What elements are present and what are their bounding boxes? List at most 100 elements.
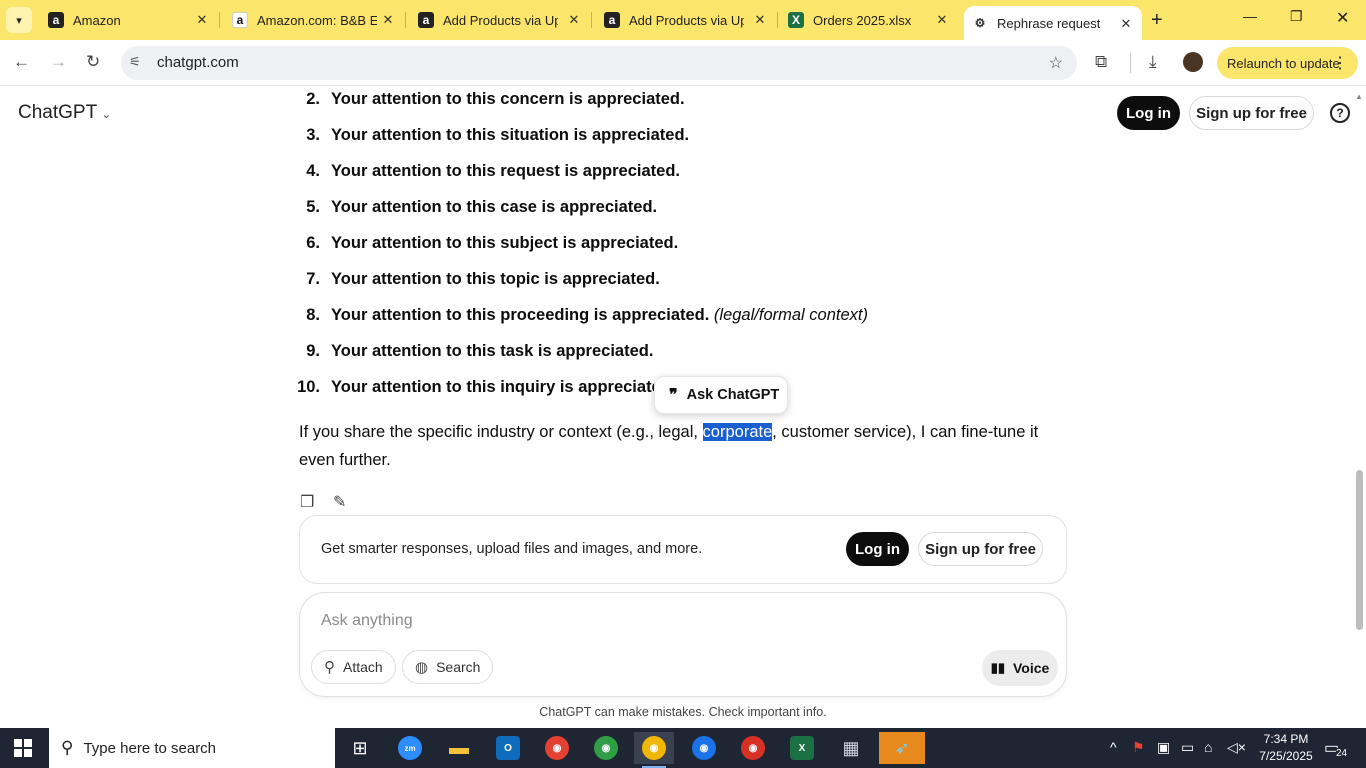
search-icon: ⚲: [61, 738, 74, 757]
chatgpt-page: ChatGPT ⌄ Log in Sign up for free ? 2. Yo…: [0, 86, 1366, 728]
tab-add-products-1[interactable]: a Add Products via Upl ✕: [410, 0, 590, 40]
list-text: Your attention to this proceeding is app…: [331, 306, 868, 325]
download-icon[interactable]: ⤓: [1149, 52, 1157, 72]
profile-avatar[interactable]: [1183, 52, 1203, 72]
copy-icon[interactable]: ❐: [300, 492, 314, 512]
list-text: Your attention to this case is appreciat…: [331, 198, 658, 216]
task-view-icon[interactable]: ⊞: [340, 732, 380, 764]
more-vert-icon[interactable]: ⋮: [1332, 53, 1348, 73]
page-scrollbar[interactable]: ▲: [1354, 86, 1364, 728]
close-icon[interactable]: ✕: [566, 12, 582, 28]
close-icon[interactable]: ✕: [1118, 16, 1134, 32]
close-icon[interactable]: ✕: [194, 12, 210, 28]
relaunch-button[interactable]: Relaunch to update ⋮: [1217, 47, 1358, 79]
selected-text[interactable]: corporate: [702, 423, 773, 441]
bookmark-star-icon[interactable]: ☆: [1049, 53, 1063, 73]
response-paragraph: If you share the specific industry or co…: [299, 418, 1059, 474]
tab-separator: [219, 12, 220, 28]
tab-title: Orders 2025.xlsx: [813, 12, 912, 28]
display-tray-icon[interactable]: ▣: [1157, 739, 1170, 756]
chrome-profile-4-icon[interactable]: ◉: [684, 732, 724, 764]
chrome-profile-2-icon[interactable]: ◉: [586, 732, 626, 764]
notification-count-badge: 24: [1336, 748, 1348, 759]
back-arrow-icon[interactable]: ←: [13, 52, 30, 72]
zoom-app-icon[interactable]: zm: [390, 732, 430, 764]
list-number: 7.: [306, 270, 320, 288]
list-text: Your attention to this subject is apprec…: [331, 234, 679, 252]
voice-button[interactable]: ▮▮ Voice: [982, 650, 1058, 686]
forward-arrow-icon[interactable]: →: [50, 52, 67, 72]
tab-add-products-2[interactable]: a Add Products via Upl ✕: [596, 0, 776, 40]
feather-app-icon[interactable]: ➶: [879, 732, 925, 764]
new-tab-plus-icon[interactable]: +: [1151, 9, 1163, 32]
network-tray-icon[interactable]: ⌂: [1204, 739, 1212, 755]
windows-start-icon[interactable]: [14, 739, 32, 757]
browser-tab-strip: ▾ a Amazon ✕ a Amazon.com: B&B Ele ✕ a A…: [0, 0, 1366, 40]
outlook-icon[interactable]: O: [488, 732, 528, 764]
list-number: 10.: [297, 378, 320, 396]
ask-chatgpt-popup[interactable]: ❞ Ask ChatGPT: [654, 376, 788, 414]
taskbar-search-placeholder: Type here to search: [83, 739, 217, 757]
amazon-icon: a: [48, 12, 64, 28]
close-icon[interactable]: ✕: [380, 12, 396, 28]
tab-title: Rephrase request: [997, 15, 1101, 31]
tab-separator: [777, 12, 778, 28]
reload-icon[interactable]: ↻: [86, 52, 100, 72]
taskbar-search[interactable]: ⚲ Type here to search: [49, 728, 335, 768]
model-selector[interactable]: ChatGPT ⌄: [18, 102, 111, 124]
volume-muted-icon[interactable]: ◁×: [1227, 739, 1246, 756]
card-signup-button[interactable]: Sign up for free: [918, 532, 1043, 566]
toolbar-divider: [1130, 53, 1131, 73]
voice-label: Voice: [1013, 660, 1050, 676]
chrome-profile-3-icon[interactable]: ◉: [634, 732, 674, 768]
close-icon[interactable]: ✕: [934, 12, 950, 28]
login-button[interactable]: Log in: [1117, 96, 1180, 130]
list-text: Your attention to this request is apprec…: [331, 162, 680, 180]
acrobat-tray-icon[interactable]: ⚑: [1132, 739, 1145, 756]
help-icon[interactable]: ?: [1330, 103, 1350, 123]
tab-amazon-product[interactable]: a Amazon.com: B&B Ele ✕: [224, 0, 404, 40]
prompt-input[interactable]: Ask anything: [321, 612, 413, 630]
chrome-profile-1-icon[interactable]: ◉: [537, 732, 577, 764]
tab-amazon[interactable]: a Amazon ✕: [40, 0, 218, 40]
attach-label: Attach: [343, 659, 383, 675]
tab-search-chevron-icon[interactable]: ▾: [6, 7, 32, 33]
extensions-puzzle-icon[interactable]: ⧉: [1095, 52, 1107, 72]
list-number: 9.: [306, 342, 320, 360]
calculator-icon[interactable]: ▦: [831, 732, 871, 764]
tab-title: Add Products via Upl: [629, 12, 744, 28]
card-login-button[interactable]: Log in: [846, 532, 909, 566]
show-hidden-icons-chevron-icon[interactable]: ^: [1110, 739, 1117, 755]
address-bar[interactable]: ⚟ chatgpt.com ☆: [121, 46, 1077, 80]
attach-button[interactable]: ⚲ Attach: [311, 650, 396, 684]
scroll-up-arrow-icon[interactable]: ▲: [1355, 92, 1363, 101]
signup-button[interactable]: Sign up for free: [1189, 96, 1314, 130]
list-text: Your attention to this concern is apprec…: [331, 90, 685, 108]
list-number: 6.: [306, 234, 320, 252]
restore-icon[interactable]: ❐: [1290, 8, 1303, 25]
power-tray-icon[interactable]: ▭: [1181, 739, 1194, 756]
list-text: Your attention to this topic is apprecia…: [331, 270, 660, 288]
ask-chatgpt-label: Ask ChatGPT: [686, 387, 780, 403]
close-icon[interactable]: ✕: [752, 12, 768, 28]
chat-composer: Ask anything ⚲ Attach ◍ Search ▮▮ Voice: [299, 592, 1067, 697]
tab-rephrase-request[interactable]: ⚙ Rephrase request ✕: [964, 6, 1142, 40]
minimize-icon[interactable]: —: [1243, 8, 1257, 24]
excel-app-icon[interactable]: X: [782, 732, 822, 764]
window-close-icon[interactable]: ✕: [1336, 8, 1349, 28]
tab-orders-xlsx[interactable]: X Orders 2025.xlsx ✕: [780, 0, 958, 40]
chrome-profile-5-icon[interactable]: ◉: [733, 732, 773, 764]
taskbar-clock[interactable]: 7:34 PM 7/25/2025: [1254, 731, 1318, 765]
site-settings-icon[interactable]: ⚟: [129, 54, 141, 70]
file-explorer-icon[interactable]: ▬: [439, 732, 479, 764]
promo-message: Get smarter responses, upload files and …: [321, 541, 703, 557]
edit-icon[interactable]: ✎: [333, 492, 346, 512]
scroll-thumb[interactable]: [1356, 470, 1363, 630]
paragraph-text: If you share the specific industry or co…: [299, 423, 703, 441]
brand-label: ChatGPT: [18, 102, 98, 123]
url-text[interactable]: chatgpt.com: [157, 54, 239, 71]
list-text: Your attention to this inquiry is apprec…: [331, 378, 676, 396]
excel-icon: X: [788, 12, 804, 28]
search-button[interactable]: ◍ Search: [402, 650, 494, 684]
amazon-icon: a: [418, 12, 434, 28]
